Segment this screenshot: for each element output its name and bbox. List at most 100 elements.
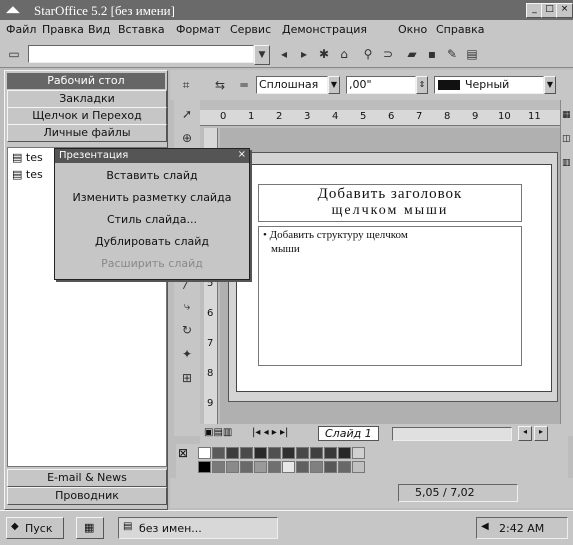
insert-icon[interactable]: ⊞ — [177, 368, 197, 388]
print-icon[interactable]: ▤ — [462, 44, 482, 64]
search-icon[interactable]: ⚲ — [358, 44, 378, 64]
menu-item-change-layout[interactable]: Изменить разметку слайда — [55, 191, 249, 204]
color-swatch[interactable] — [212, 447, 225, 459]
taskbar: ◆ Пуск ▦ ▤ без имен... ◀ 2:42 AM — [0, 510, 573, 545]
color-swatch[interactable] — [352, 447, 365, 459]
arrow-style-icon[interactable]: ⇆ — [210, 75, 230, 95]
color-swatch[interactable] — [254, 461, 267, 473]
color-swatch[interactable] — [324, 461, 337, 473]
object-toolbar: ⌗ ⇆ ═ Сплошная ▼ ,00" ⇕ Черный ▼ — [170, 70, 573, 100]
menu-insert[interactable]: Вставка — [118, 23, 165, 36]
color-swatch[interactable] — [296, 447, 309, 459]
color-swatch[interactable] — [282, 461, 295, 473]
select-arrow-icon[interactable]: ➚ — [177, 104, 197, 124]
line-style-select[interactable]: Сплошная — [256, 76, 328, 94]
menu-item-slide-style[interactable]: Стиль слайда... — [55, 213, 249, 226]
color-swatch[interactable] — [198, 447, 211, 459]
connector-icon[interactable]: ⤷ — [177, 296, 197, 316]
color-swatch[interactable] — [338, 447, 351, 459]
color-swatch[interactable] — [226, 447, 239, 459]
chevron-down-icon[interactable]: ▼ — [544, 76, 556, 94]
menu-file[interactable]: Файл — [6, 23, 36, 36]
menu-presentation[interactable]: Демонстрация — [282, 23, 367, 36]
zoom-icon[interactable]: ⊕ — [177, 128, 197, 148]
home-icon[interactable]: ⌂ — [334, 44, 354, 64]
color-swatch[interactable] — [254, 447, 267, 459]
menu-edit[interactable]: Правка — [42, 23, 84, 36]
bookmark-icon[interactable]: ⊃ — [378, 44, 398, 64]
list-item[interactable]: ▤ tes — [12, 151, 43, 164]
tab-slide-1[interactable]: Слайд 1 — [318, 426, 379, 441]
line-color-select[interactable]: Черный — [434, 76, 544, 94]
color-swatch[interactable] — [310, 447, 323, 459]
menu-format[interactable]: Формат — [176, 23, 221, 36]
chevron-down-icon[interactable]: ▼ — [328, 76, 340, 94]
view-modes-icon[interactable]: ▣▤▥ — [204, 427, 232, 438]
tab-nav-icons[interactable]: |◂ ◂ ▸ ▸| — [252, 427, 288, 438]
stop-icon[interactable]: ✱ — [314, 44, 334, 64]
url-field[interactable] — [28, 45, 254, 63]
slide-title-placeholder[interactable]: Добавить заголовок щелчком мыши — [258, 184, 522, 222]
system-tray: ◀ 2:42 AM — [476, 517, 568, 539]
horizontal-scrollbar[interactable] — [392, 427, 512, 441]
grid-icon[interactable]: ▦ — [562, 110, 571, 120]
window-title-bar[interactable]: ◢◣ StarOffice 5.2 [без имени] _ □ × — [0, 0, 573, 20]
effects-icon[interactable]: ✦ — [177, 344, 197, 364]
color-swatch[interactable] — [268, 447, 281, 459]
color-swatch[interactable] — [338, 461, 351, 473]
guides-icon[interactable]: ▥ — [562, 158, 571, 168]
explorer-group-bookmarks[interactable]: Закладки — [7, 90, 167, 108]
speaker-icon[interactable]: ◀ — [481, 521, 489, 532]
open-icon[interactable]: ▭ — [4, 44, 24, 64]
explorer-group-desktop[interactable]: Рабочий стол — [7, 73, 165, 89]
no-color-icon[interactable]: ⊠ — [178, 446, 188, 460]
explorer-group-explorer[interactable]: Проводник — [7, 487, 167, 505]
quick-launch-button[interactable]: ▦ — [76, 517, 104, 539]
spin-icon[interactable]: ⇕ — [416, 76, 428, 94]
color-swatch[interactable] — [324, 447, 337, 459]
snap-icon[interactable]: ◫ — [562, 134, 571, 144]
menu-window[interactable]: Окно — [398, 23, 427, 36]
color-swatch[interactable] — [282, 447, 295, 459]
save-icon[interactable]: ▪ — [422, 44, 442, 64]
color-swatch[interactable] — [226, 461, 239, 473]
scroll-right-icon[interactable]: ▸ — [534, 426, 548, 441]
explorer-group-email[interactable]: E-mail & News — [7, 469, 167, 487]
explorer-group-personal-files[interactable]: Личные файлы — [7, 124, 167, 142]
close-icon[interactable]: × — [238, 149, 246, 160]
app-icon: ◢◣ — [6, 5, 20, 15]
context-menu-title[interactable]: Презентация × — [55, 149, 249, 163]
taskbar-window-button[interactable]: ▤ без имен... — [118, 517, 278, 539]
color-swatch[interactable] — [240, 447, 253, 459]
menu-help[interactable]: Справка — [436, 23, 484, 36]
color-swatch[interactable] — [296, 461, 309, 473]
menu-view[interactable]: Вид — [88, 23, 110, 36]
color-swatch[interactable] — [310, 461, 323, 473]
scroll-left-icon[interactable]: ◂ — [518, 426, 532, 441]
back-icon[interactable]: ◂ — [274, 44, 294, 64]
explorer-group-click-go[interactable]: Щелчок и Переход — [7, 107, 167, 125]
slide-outline-placeholder[interactable]: • Добавить структуру щелчком мыши — [258, 226, 522, 366]
options-toolbar: ▦ ◫ ▥ — [560, 100, 573, 436]
menu-item-duplicate-slide[interactable]: Дублировать слайд — [55, 235, 249, 248]
color-swatch[interactable] — [240, 461, 253, 473]
menu-item-insert-slide[interactable]: Вставить слайд — [55, 169, 249, 182]
color-swatch[interactable] — [212, 461, 225, 473]
line-icon[interactable]: ═ — [234, 75, 254, 95]
forward-icon[interactable]: ▸ — [294, 44, 314, 64]
edit-icon[interactable]: ✎ — [442, 44, 462, 64]
list-item[interactable]: ▤ tes — [12, 168, 43, 181]
close-icon[interactable]: × — [556, 3, 573, 18]
rotate-icon[interactable]: ↻ — [177, 320, 197, 340]
line-width-field[interactable]: ,00" — [346, 76, 416, 94]
clock: 2:42 AM — [499, 522, 545, 535]
line-tool-icon[interactable]: ⌗ — [176, 75, 196, 95]
menu-tools[interactable]: Сервис — [230, 23, 271, 36]
color-swatch[interactable] — [268, 461, 281, 473]
start-button[interactable]: ◆ Пуск — [6, 517, 64, 539]
color-swatch[interactable] — [352, 461, 365, 473]
url-dropdown-icon[interactable]: ▼ — [254, 45, 270, 65]
color-swatch[interactable] — [198, 461, 211, 473]
folder-icon[interactable]: ▰ — [402, 44, 422, 64]
color-swatch — [438, 80, 460, 90]
